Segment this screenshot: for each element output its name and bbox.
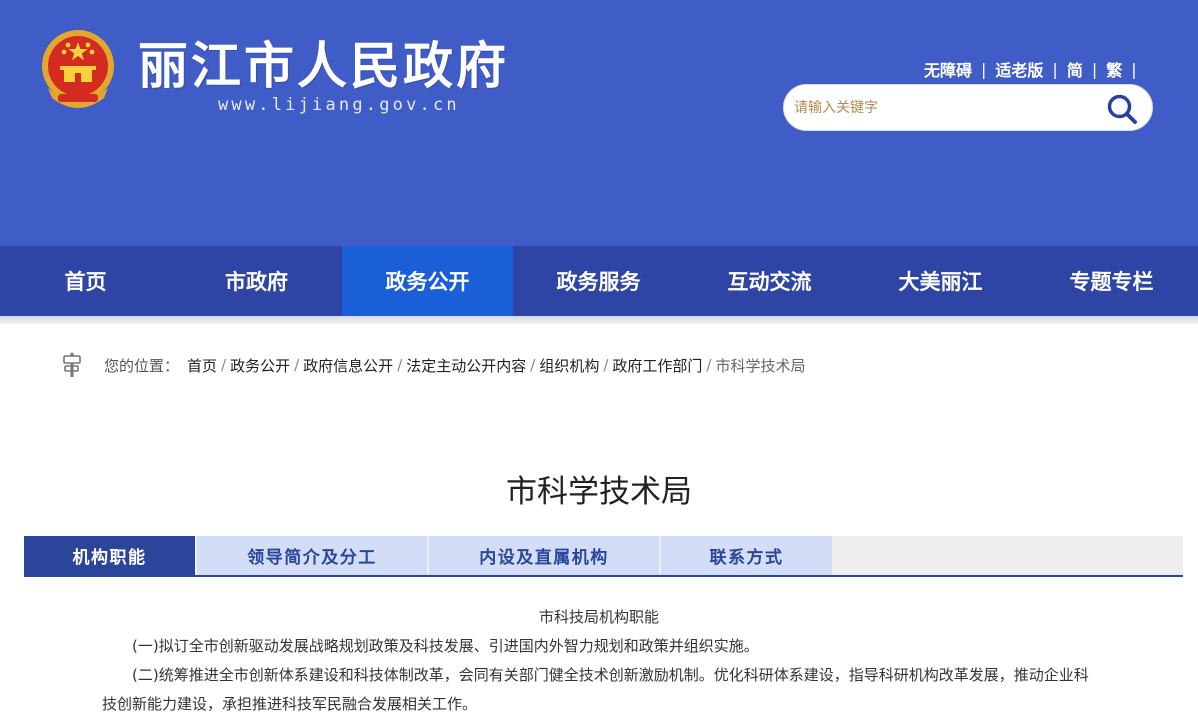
nav-item-gov-services[interactable]: 政务服务 (513, 246, 684, 316)
breadcrumb-statutory-content[interactable]: 法定主动公开内容 (406, 355, 526, 376)
separator: | (981, 59, 987, 79)
separator: | (1052, 59, 1058, 79)
breadcrumb-home[interactable]: 首页 (187, 355, 217, 376)
simplified-chinese-link[interactable]: 简 (1067, 57, 1083, 81)
nav-item-home[interactable]: 首页 (0, 246, 171, 316)
top-links: 无障碍 | 适老版 | 简 | 繁 | (924, 57, 1146, 81)
accessibility-link[interactable]: 无障碍 (924, 57, 972, 81)
breadcrumb-separator: / (603, 356, 609, 374)
breadcrumb-separator: / (397, 356, 403, 374)
national-emblem-icon[interactable] (38, 28, 118, 110)
site-header: 丽江市人民政府 www.lijiang.gov.cn 无障碍 | 适老版 | 简… (0, 0, 1198, 246)
tab-functions[interactable]: 机构职能 (24, 536, 195, 575)
breadcrumb-separator: / (530, 356, 536, 374)
breadcrumb-prefix: 您的位置： (104, 356, 180, 375)
tab-internal-units[interactable]: 内设及直属机构 (429, 536, 659, 575)
breadcrumb-gov-departments[interactable]: 政府工作部门 (612, 355, 702, 376)
nav-item-interaction[interactable]: 互动交流 (684, 246, 855, 316)
elderly-mode-link[interactable]: 适老版 (995, 57, 1043, 81)
site-url: www.lijiang.gov.cn (218, 95, 460, 115)
location-pin-icon (63, 352, 81, 377)
search-input[interactable] (794, 93, 1094, 123)
breadcrumb-separator: / (221, 356, 227, 374)
main-nav: 首页 市政府 政务公开 政务服务 互动交流 大美丽江 专题专栏 (0, 246, 1198, 316)
content-paragraph: (二)统筹推进全市创新体系建设和科技体制改革，会同有关部门健全技术创新激励机制。… (102, 666, 1089, 712)
breadcrumb-separator: / (294, 356, 300, 374)
nav-item-government[interactable]: 市政府 (171, 246, 342, 316)
breadcrumb-current: 市科学技术局 (715, 356, 806, 375)
traditional-chinese-link[interactable]: 繁 (1106, 57, 1122, 81)
separator: | (1091, 59, 1098, 79)
search-box (783, 84, 1153, 131)
breadcrumb-separator: / (706, 356, 712, 374)
content-heading: 市科技局机构职能 (538, 608, 659, 626)
page-title: 市科学技术局 (506, 474, 692, 510)
content-paragraph: (一)拟订全市创新驱动发展战略规划政策及科技发展、引进国内外智力规划和政策并组织… (132, 637, 759, 655)
breadcrumb-gov-info-open[interactable]: 政府信息公开 (303, 355, 393, 376)
nav-item-beautiful-lijiang[interactable]: 大美丽江 (855, 246, 1026, 316)
breadcrumb-organization[interactable]: 组织机构 (539, 355, 599, 376)
tab-leadership[interactable]: 领导简介及分工 (197, 536, 427, 575)
site-title[interactable]: 丽江市人民政府 (138, 36, 509, 96)
tab-contact[interactable]: 联系方式 (661, 536, 832, 575)
tab-bar: 机构职能 领导简介及分工 内设及直属机构 联系方式 (24, 536, 1183, 577)
nav-item-gov-affairs-open[interactable]: 政务公开 (342, 246, 513, 316)
nav-divider (0, 316, 1198, 324)
search-icon[interactable] (1106, 93, 1138, 125)
nav-item-special-topics[interactable]: 专题专栏 (1026, 246, 1197, 316)
separator: | (1131, 59, 1137, 79)
breadcrumb-gov-affairs-open[interactable]: 政务公开 (230, 355, 290, 376)
breadcrumb: 您的位置： 首页 / 政务公开 / 政府信息公开 / 法定主动公开内容 / 组织… (60, 352, 806, 378)
